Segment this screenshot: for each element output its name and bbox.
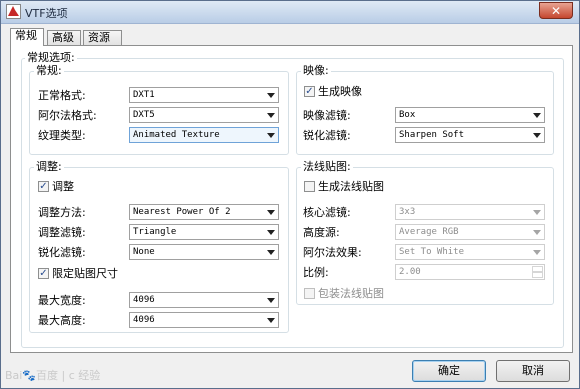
clamp-size-checkbox[interactable]: ✓ xyxy=(38,268,49,279)
chevron-down-icon xyxy=(533,230,541,235)
chevron-down-icon xyxy=(267,113,275,118)
wrap-normal-map-checkbox[interactable] xyxy=(304,288,315,299)
tab-advanced[interactable]: 高级 xyxy=(47,30,81,45)
mipmap-filter-value: Box xyxy=(399,110,416,120)
resize-filter-value: Triangle xyxy=(133,227,177,237)
checkmark-icon: ✓ xyxy=(39,181,48,192)
scale-spinbox[interactable]: 2.00 xyxy=(395,264,545,280)
height-source-select[interactable]: Average RGB xyxy=(395,224,545,240)
generate-mipmaps-checkbox[interactable]: ✓ xyxy=(304,86,315,97)
chevron-down-icon xyxy=(267,250,275,255)
resize-method-value: Nearest Power Of 2 xyxy=(133,207,231,217)
max-width-label: 最大宽度: xyxy=(38,294,86,307)
mipmap-sharpen-value: Sharpen Soft xyxy=(399,130,465,140)
chevron-down-icon xyxy=(533,113,541,118)
alpha-format-label: 阿尔法格式: xyxy=(38,109,97,122)
kernel-filter-select[interactable]: 3x3 xyxy=(395,204,545,220)
general-options-title: 常规选项: xyxy=(25,51,77,64)
kernel-filter-value: 3x3 xyxy=(399,207,416,217)
general-group-title: 常规: xyxy=(34,64,64,77)
watermark-sub: c 经验 xyxy=(68,369,101,382)
alpha-effect-label: 阿尔法效果: xyxy=(303,246,362,259)
close-icon: ✕ xyxy=(550,4,562,18)
tab-panel-general: 常规选项: 常规: 正常格式: DXT1 阿尔法格式: DXT5 纹理类型: A… xyxy=(10,45,573,353)
resize-sharpen-value: None xyxy=(133,247,155,257)
generate-mipmaps-label: 生成映像 xyxy=(318,85,362,98)
tab-general[interactable]: 常规 xyxy=(10,28,44,46)
window-title: VTF选项 xyxy=(25,7,68,20)
chevron-down-icon xyxy=(533,133,541,138)
close-button[interactable]: ✕ xyxy=(539,2,573,19)
watermark-brand: Bai xyxy=(5,369,23,382)
tab-resources[interactable]: 资源 xyxy=(83,30,122,45)
checkmark-icon: ✓ xyxy=(305,86,314,97)
max-height-label: 最大高度: xyxy=(38,314,86,327)
normal-format-value: DXT1 xyxy=(133,90,155,100)
alpha-format-select[interactable]: DXT5 xyxy=(129,107,279,123)
max-height-select[interactable]: 4096 xyxy=(129,312,279,328)
wrap-normal-map-label: 包装法线贴图 xyxy=(318,287,384,300)
max-width-select[interactable]: 4096 xyxy=(129,292,279,308)
alpha-effect-select[interactable]: Set To White xyxy=(395,244,545,260)
resize-method-label: 调整方法: xyxy=(38,206,86,219)
paw-icon: 🐾 xyxy=(22,369,37,382)
cancel-button[interactable]: 取消 xyxy=(496,360,570,382)
mipmap-sharpen-label: 锐化滤镜: xyxy=(303,129,351,142)
chevron-down-icon xyxy=(533,210,541,215)
height-source-value: Average RGB xyxy=(399,227,459,237)
mipmap-filter-label: 映像滤镜: xyxy=(303,109,351,122)
watermark-separator: | xyxy=(61,369,66,382)
normal-format-select[interactable]: DXT1 xyxy=(129,87,279,103)
normal-map-group-title: 法线贴图: xyxy=(301,160,353,173)
resize-sharpen-select[interactable]: None xyxy=(129,244,279,260)
mipmap-sharpen-select[interactable]: Sharpen Soft xyxy=(395,127,545,143)
chevron-down-icon xyxy=(267,298,275,303)
height-source-label: 高度源: xyxy=(303,226,340,239)
resize-method-select[interactable]: Nearest Power Of 2 xyxy=(129,204,279,220)
checkmark-icon: ✓ xyxy=(39,268,48,279)
app-icon xyxy=(6,4,21,19)
resize-group-title: 调整: xyxy=(34,160,64,173)
chevron-down-icon xyxy=(267,93,275,98)
generate-normal-map-checkbox[interactable] xyxy=(304,181,315,192)
chevron-down-icon xyxy=(267,133,275,138)
resize-sharpen-label: 锐化滤镜: xyxy=(38,246,86,259)
watermark: Bai🐾百度 | c 经验 xyxy=(5,367,100,383)
ok-button[interactable]: 确定 xyxy=(412,360,486,382)
texture-type-label: 纹理类型: xyxy=(38,129,86,142)
vtf-options-dialog: VTF选项 ✕ 常规 高级 资源 常规选项: 常规: 正常格式: DXT1 阿尔… xyxy=(0,0,580,389)
alpha-effect-value: Set To White xyxy=(399,247,465,257)
chevron-down-icon xyxy=(267,210,275,215)
resize-filter-label: 调整滤镜: xyxy=(38,226,86,239)
chevron-down-icon xyxy=(533,250,541,255)
mipmap-group-title: 映像: xyxy=(301,64,331,77)
max-height-value: 4096 xyxy=(133,315,155,325)
alpha-format-value: DXT5 xyxy=(133,110,155,120)
resize-filter-select[interactable]: Triangle xyxy=(129,224,279,240)
scale-value: 2.00 xyxy=(399,267,421,277)
resize-checkbox[interactable]: ✓ xyxy=(38,181,49,192)
title-bar: VTF选项 ✕ xyxy=(1,1,579,24)
chevron-down-icon xyxy=(267,230,275,235)
texture-type-select[interactable]: Animated Texture xyxy=(129,127,279,143)
chevron-down-icon xyxy=(267,318,275,323)
watermark-site: 百度 xyxy=(36,369,59,382)
texture-type-value: Animated Texture xyxy=(133,130,220,140)
spin-down-icon[interactable] xyxy=(532,272,543,278)
normal-format-label: 正常格式: xyxy=(38,89,86,102)
max-width-value: 4096 xyxy=(133,295,155,305)
clamp-size-label: 限定贴图尺寸 xyxy=(52,267,118,280)
generate-normal-map-label: 生成法线贴图 xyxy=(318,180,384,193)
resize-label: 调整 xyxy=(52,180,74,193)
mipmap-filter-select[interactable]: Box xyxy=(395,107,545,123)
kernel-filter-label: 核心滤镜: xyxy=(303,206,351,219)
scale-label: 比例: xyxy=(303,266,329,279)
